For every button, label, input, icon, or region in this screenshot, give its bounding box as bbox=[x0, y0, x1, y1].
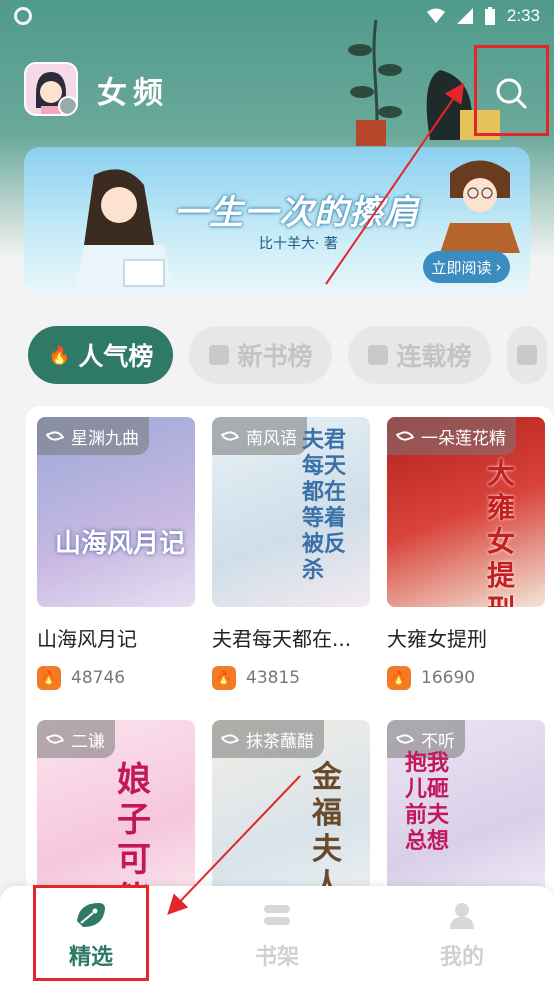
book-card[interactable]: 抹茶蘸醋 金福夫人 bbox=[212, 720, 372, 910]
cover-title: 金福夫人 bbox=[312, 760, 342, 903]
banner-girl-illustration bbox=[74, 169, 174, 296]
leaf-icon bbox=[395, 428, 415, 444]
battery-icon bbox=[484, 7, 495, 25]
nav-highlight-box bbox=[33, 885, 149, 981]
tab-label: 连载榜 bbox=[396, 342, 472, 371]
switch-icon bbox=[58, 96, 76, 114]
promo-banner[interactable]: 一生一次的擦肩 比十羊大· 著 立即阅读 › bbox=[24, 147, 530, 296]
app-status-icon bbox=[14, 7, 32, 25]
nav-bookshelf[interactable]: 书架 bbox=[217, 886, 337, 986]
bookshelf-icon bbox=[264, 905, 290, 925]
book-cover: 不听 抱我儿砸前夫总想 bbox=[387, 720, 545, 910]
popularity: 🔥 48746 bbox=[37, 666, 197, 690]
flame-icon: 🔥 bbox=[48, 344, 71, 366]
read-now-button[interactable]: 立即阅读 › bbox=[423, 251, 510, 283]
banner-title: 一生一次的擦肩 bbox=[174, 193, 419, 233]
book-icon bbox=[209, 345, 230, 365]
leaf-icon bbox=[220, 428, 240, 444]
leaf-icon bbox=[220, 731, 240, 747]
profile-icon bbox=[450, 903, 474, 929]
chevron-right-icon: › bbox=[495, 258, 502, 276]
leaf-icon bbox=[45, 731, 65, 747]
cover-title: 夫君每天都在等着被反杀 bbox=[302, 427, 347, 583]
flame-icon: 🔥 bbox=[37, 666, 61, 690]
wifi-icon bbox=[426, 8, 445, 23]
popularity: 🔥 43815 bbox=[212, 666, 372, 690]
cover-title: 大雍女提刑 bbox=[487, 457, 516, 607]
status-time: 2:33 bbox=[506, 6, 540, 25]
book-card[interactable]: 星渊九曲 山海风月记 山海风月记 🔥 48746 bbox=[37, 417, 197, 690]
book-title: 大雍女提刑 bbox=[387, 627, 487, 651]
status-bar: 2:33 bbox=[0, 0, 554, 32]
flame-icon: 🔥 bbox=[387, 666, 411, 690]
list-icon bbox=[517, 345, 538, 365]
channel-title[interactable]: 女频 bbox=[97, 68, 169, 112]
nav-label: 书架 bbox=[254, 945, 299, 970]
avatar[interactable] bbox=[24, 62, 78, 116]
book-cover: 南风语 夫君每天都在等着被反杀 bbox=[212, 417, 370, 607]
signal-icon bbox=[456, 8, 473, 24]
leaf-icon bbox=[45, 428, 65, 444]
tab-more[interactable] bbox=[507, 326, 548, 384]
book-title: 夫君每天都在... bbox=[212, 627, 352, 651]
banner-author: 比十羊大· 著 bbox=[259, 236, 338, 252]
author-tag: 星渊九曲 bbox=[37, 417, 149, 455]
flame-icon: 🔥 bbox=[212, 666, 236, 690]
book-card[interactable]: 不听 抱我儿砸前夫总想 bbox=[387, 720, 547, 910]
book-card[interactable]: 一朵莲花精 大雍女提刑 大雍女提刑 🔥16690 bbox=[387, 417, 547, 690]
read-now-label: 立即阅读 bbox=[431, 258, 492, 277]
tab-label: 人气榜 bbox=[78, 342, 154, 371]
tab-popular[interactable]: 🔥 人气榜 bbox=[28, 326, 174, 384]
popularity: 🔥 16690 bbox=[387, 666, 547, 690]
nav-profile[interactable]: 我的 bbox=[402, 886, 522, 986]
author-tag: 抹茶蘸醋 bbox=[212, 720, 324, 758]
tab-serial[interactable]: 连载榜 bbox=[348, 326, 492, 384]
book-title: 山海风月记 bbox=[37, 627, 137, 651]
cover-title: 抱我儿砸前夫总想 bbox=[405, 750, 450, 854]
tab-new[interactable]: 新书榜 bbox=[189, 326, 333, 384]
nav-label: 我的 bbox=[439, 945, 484, 970]
leaf-icon bbox=[395, 731, 415, 747]
book-card[interactable]: 南风语 夫君每天都在等着被反杀 夫君每天都在... 🔥 43815 bbox=[212, 417, 372, 690]
book-cover: 星渊九曲 山海风月记 bbox=[37, 417, 195, 607]
check-icon bbox=[368, 345, 389, 365]
author-tag: 一朵莲花精 bbox=[387, 417, 516, 455]
author-tag: 二谦 bbox=[37, 720, 115, 758]
book-cover: 一朵莲花精 大雍女提刑 bbox=[387, 417, 545, 607]
author-tag: 南风语 bbox=[212, 417, 307, 455]
tab-label: 新书榜 bbox=[237, 342, 313, 371]
banner-boy-illustration bbox=[440, 160, 520, 253]
search-highlight-box bbox=[474, 45, 549, 136]
cover-title: 山海风月记 bbox=[55, 529, 186, 559]
book-cover: 抹茶蘸醋 金福夫人 bbox=[212, 720, 370, 910]
ranking-tabs: 🔥 人气榜 新书榜 连载榜 bbox=[28, 326, 548, 384]
book-cover: 二谦 娘子可能 bbox=[37, 720, 195, 910]
book-card[interactable]: 二谦 娘子可能 bbox=[37, 720, 197, 910]
